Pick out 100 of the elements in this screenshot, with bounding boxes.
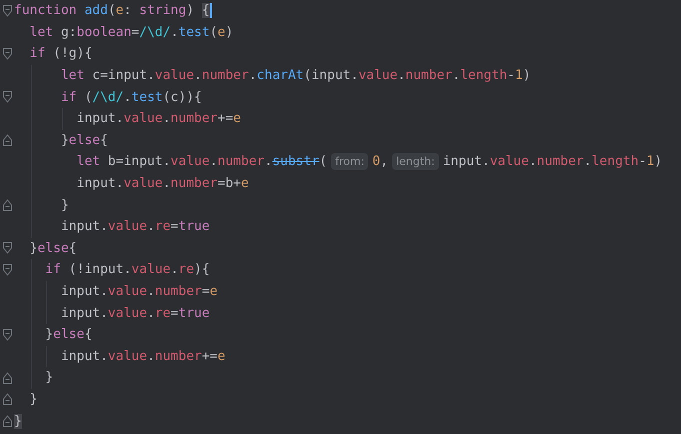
fold-collapse-icon[interactable] <box>2 91 12 104</box>
parameter-token: e <box>116 3 124 18</box>
code-text: ) <box>654 154 662 170</box>
code-text: c=input. <box>92 68 155 84</box>
property-token: value <box>108 284 148 300</box>
keyword-token: string <box>139 3 186 18</box>
parameter-token: e <box>218 24 226 40</box>
code-text: . <box>248 68 257 84</box>
code-text: =b+ <box>218 176 241 192</box>
property-token: value <box>108 306 148 321</box>
code-text: . <box>147 219 155 234</box>
fold-end-icon[interactable] <box>2 199 12 212</box>
keyword-token: function <box>14 3 78 18</box>
code-text: : <box>124 3 132 18</box>
fold-end-icon[interactable] <box>2 134 12 146</box>
keyword-token: if <box>28 46 46 62</box>
code-text: input. <box>60 219 108 234</box>
property-token: value <box>490 154 529 170</box>
code-text: input. <box>76 176 124 192</box>
code-text: ) <box>522 68 531 84</box>
fold-collapse-icon[interactable] <box>2 328 12 341</box>
parameter-token: e <box>241 176 249 192</box>
property-token: number <box>170 111 218 126</box>
code-text: = <box>202 284 210 300</box>
keyword-token: let <box>60 68 86 84</box>
code-text: = <box>131 24 140 40</box>
code-text: += <box>218 111 234 126</box>
code-text: . <box>398 68 406 84</box>
code-text: input. <box>60 348 108 364</box>
number-token: 1 <box>646 154 654 170</box>
code-text: ( <box>84 90 92 105</box>
code-text: } <box>44 327 54 342</box>
code-text: { <box>68 240 77 256</box>
parameter-token: e <box>210 284 218 300</box>
code-text: = <box>170 306 178 321</box>
property-token: length <box>592 154 639 170</box>
keyword-token: if <box>60 90 78 105</box>
parameter-hint: length: <box>392 153 439 170</box>
code-text: . <box>264 154 272 170</box>
fold-end-icon[interactable] <box>2 393 12 406</box>
fold-end-icon[interactable] <box>2 372 12 384</box>
fold-collapse-icon[interactable] <box>2 264 12 276</box>
keyword-token: let <box>76 154 102 170</box>
code-text: = <box>170 219 178 234</box>
number-token: 0 <box>372 154 380 170</box>
code-text: . <box>162 176 171 192</box>
code-text: } <box>28 240 38 256</box>
number-token: 1 <box>515 68 523 84</box>
function-token: charAt <box>256 68 304 84</box>
property-token: number <box>218 154 264 170</box>
property-token: value <box>108 219 148 234</box>
code-text: . <box>147 348 155 364</box>
code-text: - <box>638 154 646 170</box>
parameter-token: e <box>218 348 226 364</box>
deprecated-method-token: substr <box>272 154 320 170</box>
keyword-token: else <box>53 327 84 342</box>
code-text: b=input. <box>108 154 171 170</box>
keyword-token: if <box>44 262 62 278</box>
code-text: input. <box>442 154 490 170</box>
code-text: . <box>124 90 132 105</box>
code-text: += <box>202 348 218 364</box>
property-token: number <box>170 176 218 192</box>
code-text: input. <box>76 111 124 126</box>
property-token: value <box>154 68 194 84</box>
code-text: . <box>452 68 460 84</box>
code-text: (!input. <box>68 262 132 278</box>
keyword-token: else <box>37 240 69 256</box>
property-token: number <box>405 68 452 84</box>
code-text: { <box>84 327 92 342</box>
property-token: re <box>154 219 171 234</box>
code-text: } <box>60 198 69 213</box>
fold-collapse-icon[interactable] <box>2 242 12 254</box>
keyword-token: true <box>178 219 210 234</box>
property-token: value <box>170 154 210 170</box>
code-text: ( <box>210 24 218 40</box>
code-text: (!g){ <box>53 46 92 62</box>
code-text: } <box>28 392 38 407</box>
matched-brace: } <box>14 414 22 429</box>
property-token: number <box>202 68 249 84</box>
code-text: ) <box>186 3 196 18</box>
property-token: value <box>358 68 398 84</box>
property-token: number <box>536 154 584 170</box>
property-token: number <box>154 348 202 364</box>
function-token: test <box>178 24 210 40</box>
code-text: . <box>170 24 178 40</box>
regex-token: /\d/ <box>92 90 124 105</box>
property-token: value <box>124 111 163 126</box>
fold-collapse-icon[interactable] <box>2 48 12 60</box>
fold-end-icon[interactable] <box>2 415 12 428</box>
matched-brace: { <box>202 3 212 18</box>
fold-collapse-icon[interactable] <box>2 4 12 17</box>
code-text: ){ <box>194 262 210 278</box>
code-text: g: <box>60 24 77 40</box>
code-text: { <box>100 132 108 148</box>
property-token: re <box>154 306 171 321</box>
keyword-token: else <box>68 132 100 148</box>
code-text: . <box>528 154 537 170</box>
property-token: value <box>124 176 163 192</box>
keyword-token: let <box>28 24 54 40</box>
code-text: . <box>162 111 171 126</box>
